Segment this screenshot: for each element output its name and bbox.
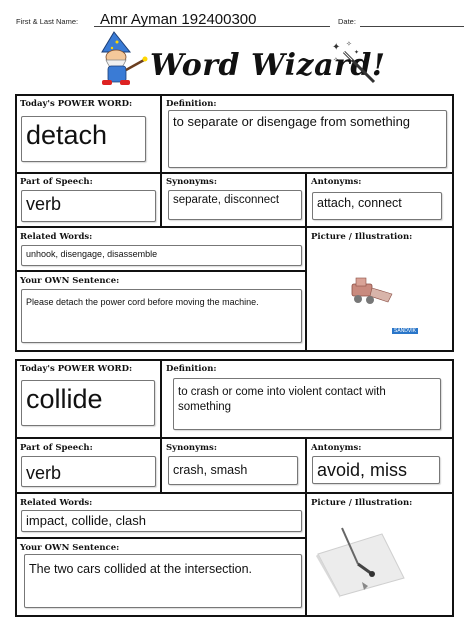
collision-illustration [316, 527, 405, 598]
antonyms-label: Antonyms: [311, 177, 362, 187]
name-label: First & Last Name: [16, 17, 79, 26]
svg-text:✦: ✦ [332, 42, 340, 53]
definition-label: Definition: [166, 99, 217, 109]
date-label: Date: [338, 17, 356, 26]
definition-field[interactable]: to crash or come into violent contact wi… [173, 378, 441, 430]
antonyms-field[interactable]: attach, connect [312, 192, 442, 220]
svg-text:✧: ✧ [346, 40, 352, 48]
magic-wand-icon: ✦ ✧ ✧ ✦ [332, 40, 376, 84]
synonyms-field[interactable]: separate, disconnect [168, 190, 302, 220]
date-field[interactable] [360, 26, 464, 27]
power-word-label: Today's POWER WORD: [20, 364, 133, 374]
brand-logo: SANDVIK [392, 328, 418, 334]
related-words-field[interactable]: impact, collide, clash [21, 510, 302, 532]
machine-illustration [351, 277, 393, 304]
divider [15, 270, 307, 272]
own-sentence-field[interactable]: The two cars collided at the intersectio… [24, 554, 302, 608]
own-sentence-label: Your OWN Sentence: [20, 276, 120, 286]
own-sentence-label: Your OWN Sentence: [20, 543, 120, 553]
divider [305, 172, 307, 352]
synonyms-label: Synonyms: [166, 177, 217, 187]
antonyms-label: Antonyms: [311, 443, 362, 453]
divider [15, 226, 454, 228]
divider [15, 537, 307, 539]
divider [305, 437, 307, 617]
part-of-speech-field[interactable]: verb [21, 456, 156, 487]
synonyms-field[interactable]: crash, smash [168, 456, 298, 485]
wizard-icon [101, 31, 148, 85]
divider [15, 492, 454, 494]
part-of-speech-label: Part of Speech: [20, 443, 93, 453]
related-words-label: Related Words: [20, 498, 93, 508]
divider [15, 172, 454, 174]
antonyms-field[interactable]: avoid, miss [312, 456, 440, 484]
definition-field[interactable]: to separate or disengage from something [168, 110, 447, 168]
part-of-speech-label: Part of Speech: [20, 177, 93, 187]
picture-label: Picture / Illustration: [311, 232, 413, 242]
picture-label: Picture / Illustration: [311, 498, 413, 508]
divider [15, 437, 454, 439]
definition-label: Definition: [166, 364, 217, 374]
related-words-label: Related Words: [20, 232, 93, 242]
power-word-field[interactable]: detach [21, 116, 146, 162]
svg-text:✦: ✦ [354, 49, 359, 56]
power-word-label: Today's POWER WORD: [20, 99, 133, 109]
synonyms-label: Synonyms: [166, 443, 217, 453]
divider [160, 359, 162, 492]
svg-text:✧: ✧ [333, 56, 339, 64]
power-word-field[interactable]: collide [21, 380, 155, 426]
divider [160, 94, 162, 226]
name-value[interactable]: Amr Ayman 192400300 [100, 11, 257, 28]
part-of-speech-field[interactable]: verb [21, 190, 156, 222]
own-sentence-field[interactable]: Please detach the power cord before movi… [21, 289, 302, 343]
related-words-field[interactable]: unhook, disengage, disassemble [21, 245, 302, 266]
